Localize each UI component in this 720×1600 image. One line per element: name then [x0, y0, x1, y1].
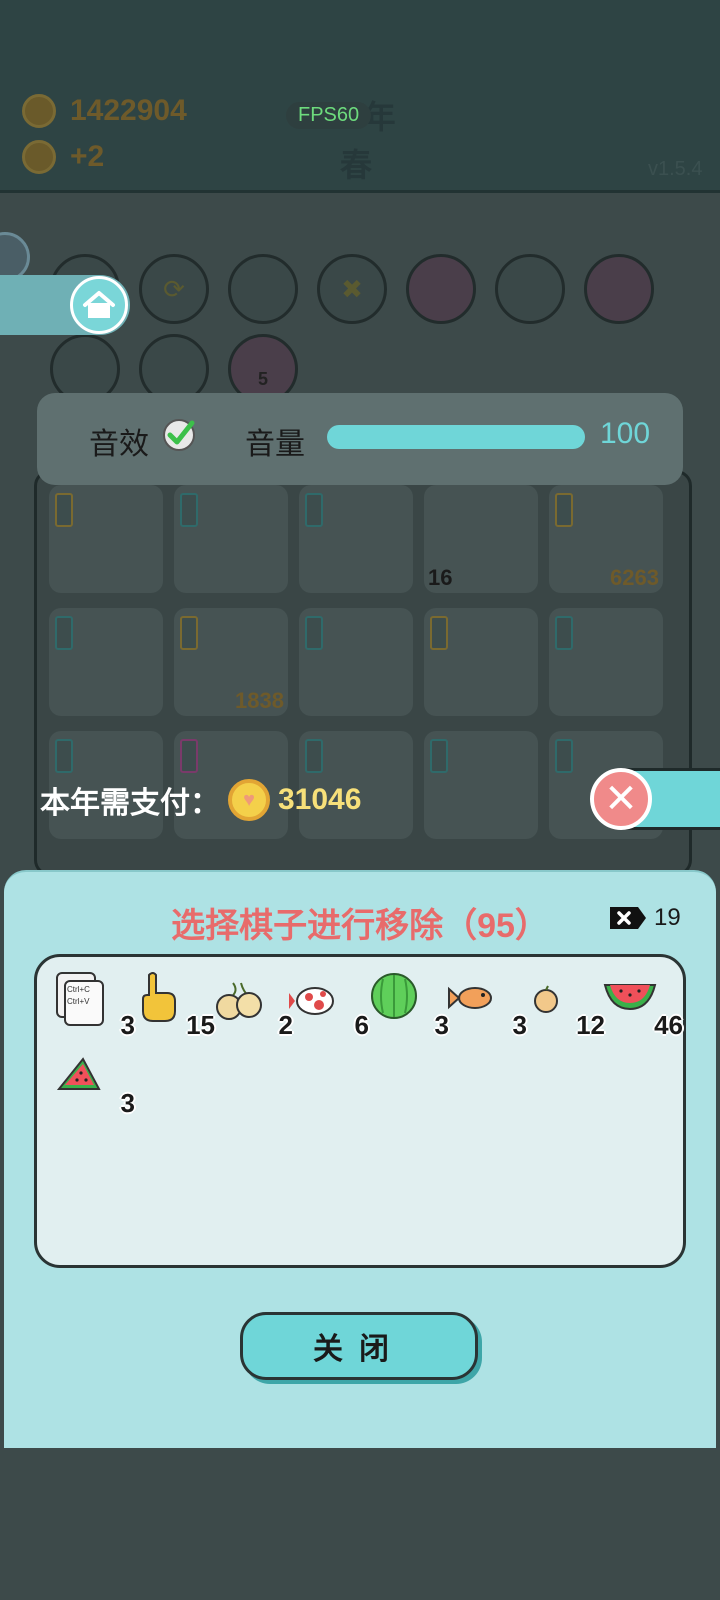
longan-icon: [216, 982, 262, 1020]
calendar-day: 5: [257, 368, 268, 389]
pointing-hand-icon: [142, 972, 176, 1022]
version-label: v1.5.4: [648, 158, 703, 180]
piece-item[interactable]: 12: [525, 971, 605, 1041]
sound-effect-checkbox[interactable]: [161, 417, 197, 453]
sound-effect-label: 音效: [89, 428, 149, 461]
watermelon-whole-icon: [371, 973, 417, 1019]
removal-token-count: 19: [654, 904, 681, 931]
coin-total: 1422904: [70, 94, 187, 127]
board-cell[interactable]: 16: [424, 485, 538, 593]
board-cell[interactable]: [49, 485, 163, 593]
board-cell[interactable]: [299, 485, 413, 593]
removal-token-badge: 19: [608, 904, 681, 932]
piece-item[interactable]: 3: [369, 971, 449, 1041]
board-cell[interactable]: [549, 608, 663, 716]
top-status-bar: 1422904 +2 90年 FPS60 春 v1.5.4: [0, 0, 720, 193]
fruit-bowl-icon[interactable]: [228, 254, 298, 324]
board-cell[interactable]: [299, 608, 413, 716]
board-cell[interactable]: [424, 608, 538, 716]
board-cell[interactable]: [424, 731, 538, 839]
card-text-copy: Ctrl+C: [67, 985, 90, 994]
piece-item[interactable]: 15: [135, 971, 215, 1041]
close-button[interactable]: 关闭: [240, 1312, 478, 1380]
card-text-paste: Ctrl+V: [67, 997, 90, 1006]
cell-count: 6263: [610, 565, 659, 590]
piece-item[interactable]: 2: [213, 971, 293, 1041]
cell-count: 16: [428, 565, 453, 590]
piece-item[interactable]: 46: [603, 971, 683, 1041]
board-cell[interactable]: 6263: [549, 485, 663, 593]
fish-icon: [448, 986, 492, 1010]
payment-label: 本年需支付：: [40, 787, 220, 820]
home-button[interactable]: [70, 276, 128, 334]
coin-income: +2: [70, 140, 105, 173]
board-cell[interactable]: [49, 608, 163, 716]
remove-pieces-dialog: 选择棋子进行移除（95） 19 Ctrl+C Ctrl+V 3 15 2 6 3…: [4, 870, 716, 1448]
piece-count: 3: [120, 1010, 135, 1040]
piece-count: 3: [120, 1088, 135, 1118]
heart-coin-icon: ♥: [228, 779, 270, 821]
piece-item[interactable]: 3: [447, 971, 527, 1041]
sound-settings-panel: 音效 音量 100: [37, 393, 683, 485]
board-cell[interactable]: 1838: [174, 608, 288, 716]
piece-count: 46: [654, 1010, 683, 1040]
remove-token-icon: [610, 907, 646, 929]
coin-income-icon: [22, 140, 56, 174]
coin-icon: [22, 94, 56, 128]
piece-list: Ctrl+C Ctrl+V 3 15 2 6 3 3 12 46 3: [34, 954, 686, 1268]
piece-count: 12: [576, 1010, 605, 1040]
payment-amount: 31046: [278, 783, 362, 816]
refresh-icon[interactable]: ⟳: [139, 254, 209, 324]
close-x-icon[interactable]: ✕: [590, 768, 652, 830]
piece-item[interactable]: Ctrl+C Ctrl+V 3: [55, 971, 135, 1041]
watermelon-wedge-icon: [56, 1057, 101, 1090]
board-cell[interactable]: [174, 485, 288, 593]
watermelon-slice-icon: [603, 984, 657, 1011]
piece-count: 6: [354, 1010, 369, 1040]
volume-value: 100: [600, 417, 651, 450]
season-label: 春: [340, 147, 373, 183]
piece-item[interactable]: 3: [55, 1049, 135, 1119]
fps-counter: FPS60: [286, 102, 372, 129]
basket-icon[interactable]: [495, 254, 565, 324]
pear-icon[interactable]: [406, 254, 476, 324]
piece-item[interactable]: 6: [289, 971, 369, 1041]
volume-slider[interactable]: [327, 425, 585, 449]
small-fruit-icon: [534, 985, 558, 1013]
volume-label: 音量: [245, 428, 305, 461]
remove-token-icon[interactable]: ✖: [317, 254, 387, 324]
pear-icon-2[interactable]: [584, 254, 654, 324]
koi-fish-icon: [289, 987, 334, 1015]
home-icon: [83, 291, 115, 318]
piece-count: 15: [186, 1010, 215, 1040]
cell-count: 1838: [235, 688, 284, 713]
yearly-payment: 本年需支付： ♥ 31046: [40, 775, 361, 825]
